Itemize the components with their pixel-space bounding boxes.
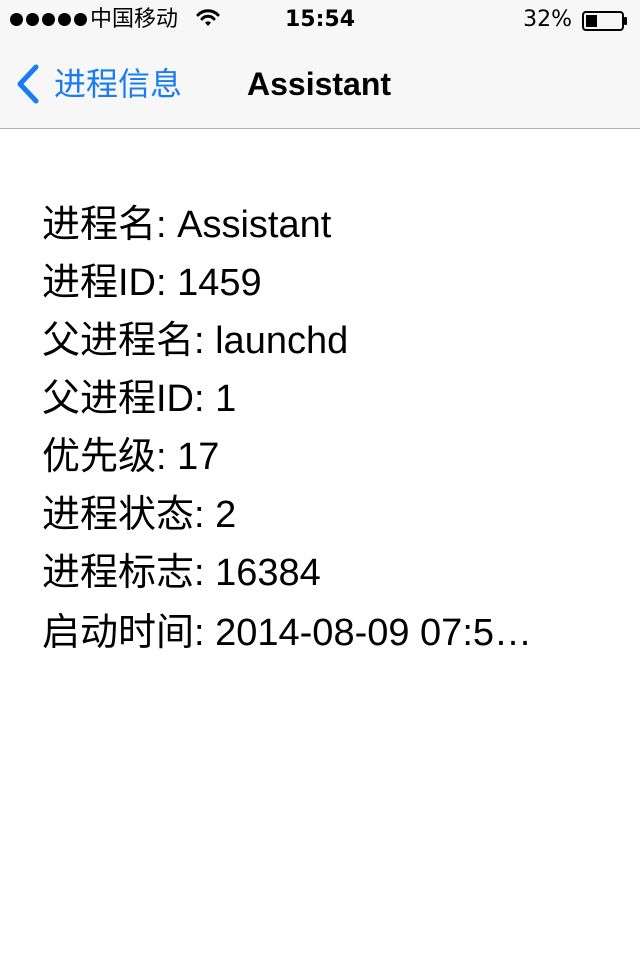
back-button-label: 进程信息 <box>54 65 183 103</box>
info-row-process-state: 进程状态: 2 <box>42 494 237 536</box>
info-row-process-name: 进程名: Assistant <box>42 204 332 246</box>
battery-icon <box>582 11 628 31</box>
process-info-list: 进程名: Assistant 进程ID: 1459 父进程名: launchd … <box>42 196 612 662</box>
page-title: Assistant <box>247 66 392 102</box>
info-row-parent-process-name: 父进程名: launchd <box>42 320 349 362</box>
info-row-start-time: 启动时间: 2014-08-09 07:5… <box>42 612 533 654</box>
info-row-parent-process-id: 父进程ID: 1 <box>42 378 237 420</box>
info-row-priority: 优先级: 17 <box>42 436 220 478</box>
info-row-process-id: 进程ID: 1459 <box>42 262 262 304</box>
status-bar: 中国移动 15:54 32% <box>0 0 640 40</box>
battery-percent: 32% <box>523 7 572 32</box>
info-row-process-flags: 进程标志: 16384 <box>42 552 321 594</box>
chevron-left-icon <box>17 64 39 104</box>
back-button[interactable]: 进程信息 <box>14 62 182 106</box>
